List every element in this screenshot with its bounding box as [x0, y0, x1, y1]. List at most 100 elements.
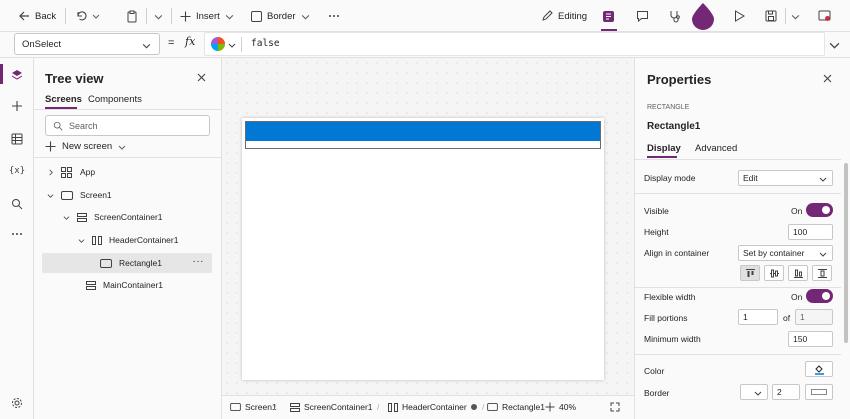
breadcrumb-screencontainer1[interactable]: ScreenContainer1 [290, 396, 373, 418]
active-indicator [601, 29, 617, 31]
border-color-button[interactable] [805, 384, 833, 400]
preview-play-button[interactable] [734, 0, 745, 32]
align-top-button[interactable] [740, 265, 760, 281]
play-icon [735, 10, 745, 22]
table-grid-icon [11, 133, 23, 145]
tree-item-rectangle1[interactable]: Rectangle1 ··· [42, 253, 212, 273]
close-icon[interactable] [197, 73, 206, 82]
fill-of-label: of [783, 313, 791, 323]
search-icon [53, 121, 63, 131]
visible-toggle[interactable] [806, 203, 833, 217]
comment-icon [637, 11, 648, 22]
tree-item-maincontainer1[interactable]: MainContainer1 [42, 275, 212, 295]
control-name[interactable]: Rectangle1 [647, 121, 700, 132]
copilot-drop-icon[interactable] [691, 2, 715, 30]
header-container-outline[interactable] [245, 121, 601, 149]
align-value: Set by container [743, 248, 805, 258]
align-bottom-button[interactable] [788, 265, 808, 281]
copilot-icon[interactable] [211, 37, 225, 51]
breadcrumb-bar: Screen1 / ScreenContainer1 / HeaderConta… [222, 395, 634, 419]
tree-item-app[interactable]: App [42, 162, 212, 182]
breadcrumb-screen1[interactable]: Screen1 [230, 396, 277, 418]
search-nav-button[interactable] [9, 196, 25, 212]
chevron-down-icon [225, 14, 234, 20]
flexible-width-toggle[interactable] [806, 289, 833, 303]
align-center-button[interactable] [764, 265, 784, 281]
formula-input[interactable]: false [204, 32, 825, 56]
zoom-control[interactable]: 40% [545, 396, 576, 418]
more-options-icon[interactable]: ··· [193, 256, 205, 267]
divider [635, 287, 841, 288]
minimum-width-input[interactable]: 150 [788, 331, 833, 347]
height-input[interactable]: 100 [788, 224, 833, 240]
fit-to-window-icon[interactable] [610, 402, 620, 412]
rectangle1-preview[interactable] [246, 122, 600, 141]
control-type-label: RECTANGLE [647, 104, 690, 111]
undo-button[interactable] [75, 0, 100, 32]
chevron-right-icon [49, 169, 53, 175]
border-color-swatch [811, 389, 827, 395]
chevron-down-icon [78, 238, 85, 243]
back-label: Back [35, 10, 57, 22]
vertical-container-icon [86, 280, 96, 290]
health-check-button[interactable] [668, 0, 681, 32]
color-picker-button[interactable] [805, 361, 833, 377]
border-button[interactable]: Border [251, 0, 310, 32]
tab-screens[interactable]: Screens [45, 94, 82, 105]
left-rail: {x} [0, 58, 34, 419]
breadcrumb-label: Rectangle1 [502, 402, 546, 412]
tree-view-pane: Tree view Screens Components Search New … [34, 58, 222, 419]
more-commands-button[interactable] [328, 0, 340, 32]
design-canvas[interactable] [222, 58, 634, 395]
back-button[interactable]: Back [18, 0, 56, 32]
tab-advanced[interactable]: Advanced [695, 143, 737, 154]
tree-item-label: HeaderContainer1 [109, 235, 179, 245]
app-screen-preview[interactable] [242, 118, 604, 380]
tree-item-screencontainer1[interactable]: ScreenContainer1 [42, 207, 212, 227]
settings-button[interactable] [9, 395, 25, 411]
tab-components[interactable]: Components [88, 94, 142, 105]
chevron-down-icon[interactable] [228, 41, 236, 49]
fill-portions-input[interactable]: 1 [738, 309, 778, 325]
data-nav-button[interactable] [9, 131, 25, 147]
chevron-down-icon [819, 252, 827, 257]
insert-button[interactable]: Insert [180, 0, 234, 32]
breadcrumb-rectangle1[interactable]: Rectangle1 [487, 396, 545, 418]
paste-dropdown[interactable] [154, 0, 163, 32]
align-bottom-icon [794, 269, 803, 278]
align-stretch-button[interactable] [812, 265, 832, 281]
pencil-icon [542, 10, 553, 21]
editing-mode-button[interactable]: Editing [541, 0, 587, 32]
tree-view-nav-button[interactable] [9, 67, 25, 83]
variables-icon[interactable]: {x} [9, 163, 25, 179]
expand-formula-chevron-icon[interactable] [829, 40, 840, 51]
comments-button[interactable] [636, 0, 649, 32]
new-screen-button[interactable]: New screen [45, 141, 126, 152]
tree-item-screen1[interactable]: Screen1 [42, 185, 212, 205]
tree-item-headercontainer1[interactable]: HeaderContainer1 [42, 230, 212, 250]
align-select[interactable]: Set by container [738, 245, 833, 261]
paste-button[interactable] [126, 0, 138, 32]
command-bar: Back Insert Border Editing [0, 0, 850, 32]
scrollbar-thumb[interactable] [844, 163, 848, 343]
app-checker-button[interactable] [602, 0, 615, 32]
formula-bar: OnSelect = fx false [0, 32, 850, 58]
publish-button[interactable] [818, 0, 831, 32]
border-thickness-value: 2 [777, 387, 782, 397]
more-horizontal-icon [329, 15, 339, 17]
save-options-dropdown[interactable] [791, 0, 800, 32]
horizontal-container-icon [388, 402, 398, 412]
property-selector[interactable]: OnSelect [14, 33, 160, 55]
breadcrumb-headercontainer[interactable]: HeaderContainer [388, 396, 477, 418]
border-style-select[interactable] [740, 384, 768, 400]
insert-nav-button[interactable] [9, 98, 25, 114]
tab-display[interactable]: Display [647, 143, 681, 154]
breadcrumb-separator: / [274, 402, 277, 412]
display-mode-select[interactable]: Edit [738, 170, 833, 186]
search-input[interactable]: Search [45, 115, 210, 136]
more-nav-button[interactable] [9, 226, 25, 242]
arrow-left-icon [19, 11, 29, 21]
border-thickness-input[interactable]: 2 [772, 384, 800, 400]
close-icon[interactable] [823, 74, 832, 83]
save-button[interactable] [765, 0, 777, 32]
